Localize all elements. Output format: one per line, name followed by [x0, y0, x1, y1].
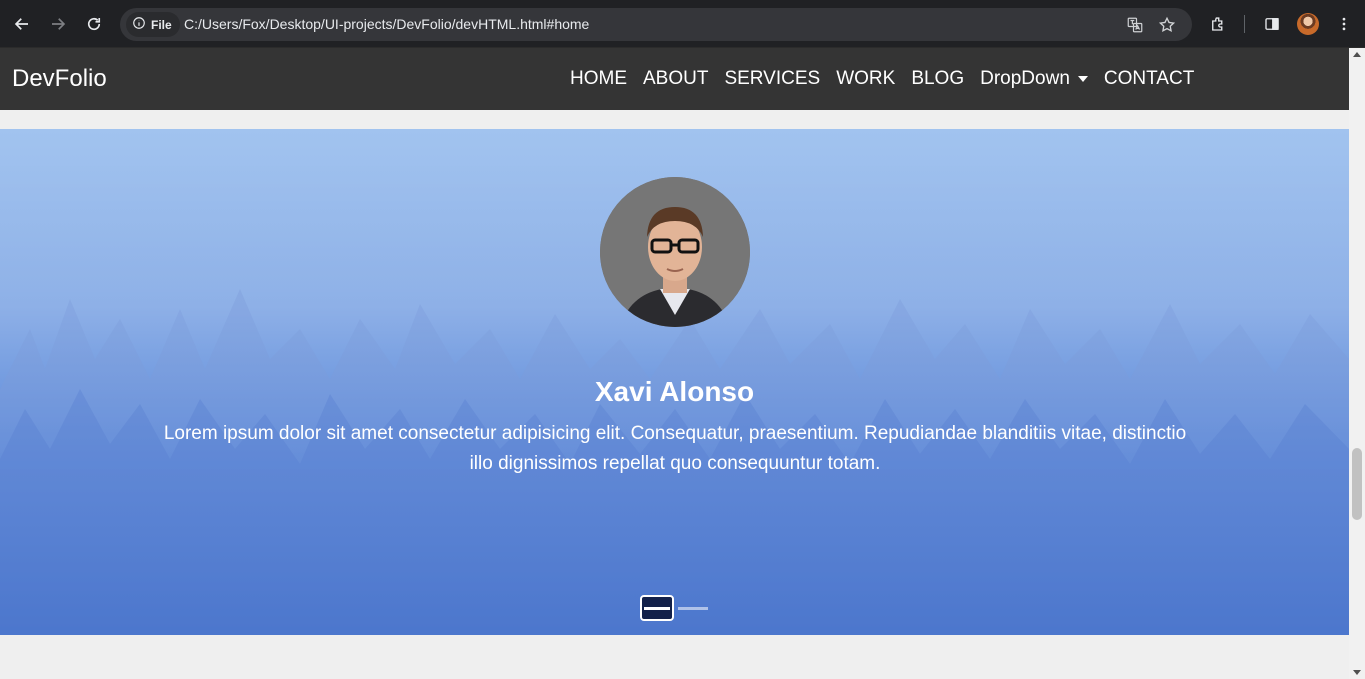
profile-photo — [600, 177, 750, 327]
star-icon[interactable] — [1156, 14, 1178, 36]
translate-icon[interactable] — [1124, 14, 1146, 36]
hero-name: Xavi Alonso — [594, 376, 755, 407]
carousel-indicators — [640, 595, 708, 621]
nav-item-about[interactable]: ABOUT — [635, 68, 716, 90]
reload-icon[interactable] — [82, 12, 106, 36]
nav-menu: HOME ABOUT SERVICES WORK BLOG DropDown C… — [562, 48, 1202, 110]
toolbar-divider — [1244, 15, 1245, 33]
back-icon[interactable] — [10, 12, 34, 36]
nav-item-dropdown-label: DropDown — [980, 68, 1070, 89]
url-text[interactable]: C:/Users/Fox/Desktop/UI-projects/DevFoli… — [184, 8, 589, 41]
nav-item-contact[interactable]: CONTACT — [1096, 68, 1202, 90]
nav-item-home[interactable]: HOME — [562, 68, 635, 90]
site-navbar: DevFolio HOME ABOUT SERVICES WORK BLOG D… — [0, 48, 1349, 110]
browser-toolbar: File C:/Users/Fox/Desktop/UI-projects/De… — [0, 0, 1365, 48]
side-panel-icon[interactable] — [1260, 12, 1284, 36]
carousel-indicator-1[interactable] — [640, 595, 674, 621]
forward-icon[interactable] — [46, 12, 70, 36]
hero-description: Lorem ipsum dolor sit amet consectetur a… — [163, 423, 1187, 474]
profile-avatar[interactable] — [1297, 13, 1319, 35]
nav-item-work[interactable]: WORK — [828, 68, 903, 90]
address-bar[interactable]: File C:/Users/Fox/Desktop/UI-projects/De… — [120, 8, 1192, 41]
scroll-down-icon[interactable] — [1353, 670, 1361, 675]
site-chip-label: File — [151, 17, 172, 32]
nav-item-dropdown[interactable]: DropDown — [972, 68, 1096, 90]
caret-down-icon — [1077, 76, 1088, 82]
more-menu-icon[interactable] — [1332, 12, 1356, 36]
carousel-indicator-2[interactable] — [678, 606, 708, 610]
scrollbar-thumb[interactable] — [1352, 448, 1362, 520]
hero-carousel: Xavi Alonso Lorem ipsum dolor sit amet c… — [0, 129, 1349, 635]
nav-item-services[interactable]: SERVICES — [716, 68, 828, 90]
info-icon — [132, 16, 146, 33]
extensions-icon[interactable] — [1206, 12, 1230, 36]
site-info-chip[interactable]: File — [126, 12, 180, 37]
page-scrollbar[interactable] — [1349, 48, 1365, 679]
nav-item-blog[interactable]: BLOG — [903, 68, 972, 90]
scroll-up-icon[interactable] — [1353, 52, 1361, 57]
brand-logo[interactable]: DevFolio — [12, 48, 107, 110]
